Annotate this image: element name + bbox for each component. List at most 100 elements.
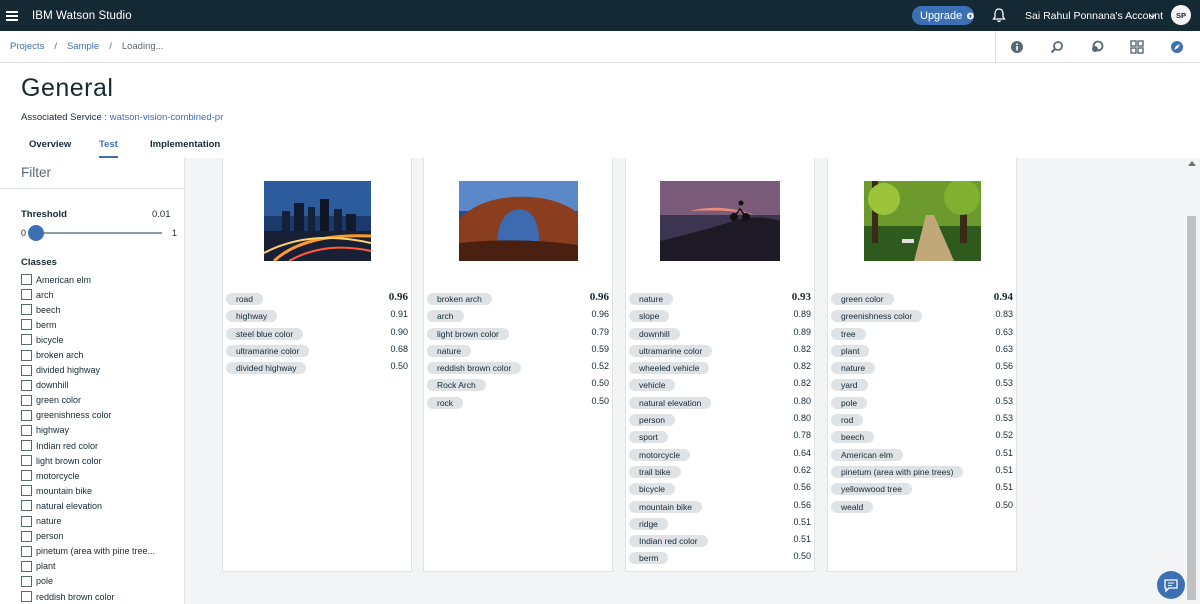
associated-service-link[interactable]: watson-vision-combined-pr: [110, 112, 224, 123]
class-tag: berm: [629, 552, 669, 565]
class-filter-item[interactable]: natural elevation: [21, 498, 155, 513]
class-filter-item[interactable]: greenishness color: [21, 408, 155, 423]
class-filter-item[interactable]: pinetum (area with pine tree...: [21, 544, 155, 559]
label-row: divided highway 0.50: [226, 360, 410, 377]
class-checkbox[interactable]: [21, 440, 32, 452]
class-checkbox[interactable]: [21, 379, 32, 391]
class-checkbox[interactable]: [21, 515, 32, 527]
class-checkbox[interactable]: [21, 575, 32, 587]
class-checkbox[interactable]: [21, 274, 32, 286]
top-bar: IBM Watson Studio Upgrade Sai Rahul Ponn…: [0, 0, 1200, 31]
label-row: ultramarine color 0.68: [226, 343, 410, 360]
result-card: road 0.96 highway 0.91 steel blue color 0.90 u…: [222, 158, 412, 572]
class-label: beech: [36, 304, 61, 315]
class-checkbox[interactable]: [21, 409, 32, 421]
upgrade-button[interactable]: Upgrade: [912, 6, 974, 25]
grid-icon[interactable]: [1130, 40, 1144, 54]
city-night-icon[interactable]: [264, 181, 371, 261]
tab-implementation[interactable]: Implementation: [150, 139, 220, 158]
class-filter-item[interactable]: American elm: [21, 272, 155, 287]
class-filter-item[interactable]: nature: [21, 514, 155, 529]
class-tag: ultramarine color: [629, 344, 713, 357]
class-label: natural elevation: [36, 500, 103, 511]
confidence-score: 0.50: [995, 499, 1013, 510]
chat-button[interactable]: [1157, 571, 1185, 599]
mountain-bike-icon[interactable]: [660, 181, 780, 261]
confidence-score: 0.91: [390, 309, 408, 320]
page-title: General: [21, 74, 114, 102]
class-filter-item[interactable]: downhill: [21, 378, 155, 393]
compass-icon[interactable]: [1170, 40, 1184, 54]
class-tag: reddish brown color: [427, 362, 522, 375]
class-filter-item[interactable]: bicycle: [21, 332, 155, 347]
threshold-slider-track[interactable]: [30, 232, 162, 234]
class-filter-item[interactable]: pole: [21, 574, 155, 589]
label-row: highway 0.91: [226, 308, 410, 325]
class-checkbox[interactable]: [21, 289, 32, 301]
class-checkbox[interactable]: [21, 560, 32, 572]
class-checkbox[interactable]: [21, 485, 32, 497]
class-filter-item[interactable]: plant: [21, 559, 155, 574]
class-filter-item[interactable]: beech: [21, 302, 155, 317]
class-filter-item[interactable]: green color: [21, 393, 155, 408]
park-path-icon[interactable]: [864, 181, 981, 261]
breadcrumb-projects[interactable]: Projects: [10, 41, 44, 52]
class-tag: plant: [831, 344, 870, 357]
class-checkbox[interactable]: [21, 319, 32, 331]
info-icon[interactable]: [1010, 40, 1024, 54]
scrollbar-thumb[interactable]: [1187, 216, 1196, 600]
tab-test[interactable]: Test: [99, 139, 118, 158]
class-filter-item[interactable]: person: [21, 529, 155, 544]
confidence-score: 0.96: [591, 309, 609, 320]
class-checkbox[interactable]: [21, 334, 32, 346]
class-checkbox[interactable]: [21, 530, 32, 542]
class-filter-item[interactable]: mountain bike: [21, 483, 155, 498]
class-label: mountain bike: [36, 485, 93, 496]
class-label: berm: [36, 319, 57, 330]
bell-icon[interactable]: [992, 8, 1006, 23]
class-filter-item[interactable]: highway: [21, 423, 155, 438]
class-checkbox[interactable]: [21, 591, 32, 603]
tab-bar: Overview Test Implementation: [0, 132, 1200, 158]
chevron-down-icon[interactable]: [1148, 11, 1157, 20]
class-filter-item[interactable]: Indian red color: [21, 438, 155, 453]
class-filter-item[interactable]: reddish brown color: [21, 589, 155, 604]
avatar[interactable]: SP: [1171, 5, 1191, 25]
breadcrumb-sample[interactable]: Sample: [67, 41, 99, 52]
tab-overview[interactable]: Overview: [29, 139, 71, 158]
class-tag: nature: [427, 344, 472, 357]
class-tag: slope: [629, 310, 670, 323]
class-checkbox[interactable]: [21, 500, 32, 512]
menu-icon[interactable]: [6, 10, 18, 21]
class-checkbox[interactable]: [21, 424, 32, 436]
scroll-up-arrow[interactable]: [1188, 161, 1196, 166]
class-checkbox[interactable]: [21, 349, 32, 361]
class-checkbox[interactable]: [21, 545, 32, 557]
class-tag: sport: [629, 431, 668, 444]
class-filter-item[interactable]: motorcycle: [21, 468, 155, 483]
class-checkbox[interactable]: [21, 470, 32, 482]
confidence-score: 0.50: [390, 361, 408, 372]
class-filter-item[interactable]: arch: [21, 287, 155, 302]
threshold-slider-handle[interactable]: [28, 225, 44, 241]
label-list: green color 0.94 greenishness color 0.83 tre…: [831, 291, 1015, 516]
app-title[interactable]: IBM Watson Studio: [32, 10, 132, 22]
class-filter-item[interactable]: divided highway: [21, 363, 155, 378]
class-checkbox[interactable]: [21, 394, 32, 406]
account-switcher[interactable]: Sai Rahul Ponnana's Account: [1025, 10, 1163, 22]
rock-arch-icon[interactable]: [459, 181, 578, 261]
class-checkbox[interactable]: [21, 364, 32, 376]
class-tag: rod: [831, 414, 864, 427]
confidence-score: 0.63: [995, 326, 1013, 337]
classes-heading: Classes: [21, 257, 57, 268]
associated-service-label: Associated Service :: [21, 112, 108, 123]
class-filter-item[interactable]: berm: [21, 317, 155, 332]
class-tag: downhill: [629, 327, 680, 340]
class-checkbox[interactable]: [21, 304, 32, 316]
class-filter-item[interactable]: light brown color: [21, 453, 155, 468]
collaborators-icon[interactable]: [1090, 40, 1104, 54]
class-checkbox[interactable]: [21, 455, 32, 467]
confidence-score: 0.59: [591, 343, 609, 354]
find-icon[interactable]: [1050, 40, 1064, 54]
class-filter-item[interactable]: broken arch: [21, 347, 155, 362]
